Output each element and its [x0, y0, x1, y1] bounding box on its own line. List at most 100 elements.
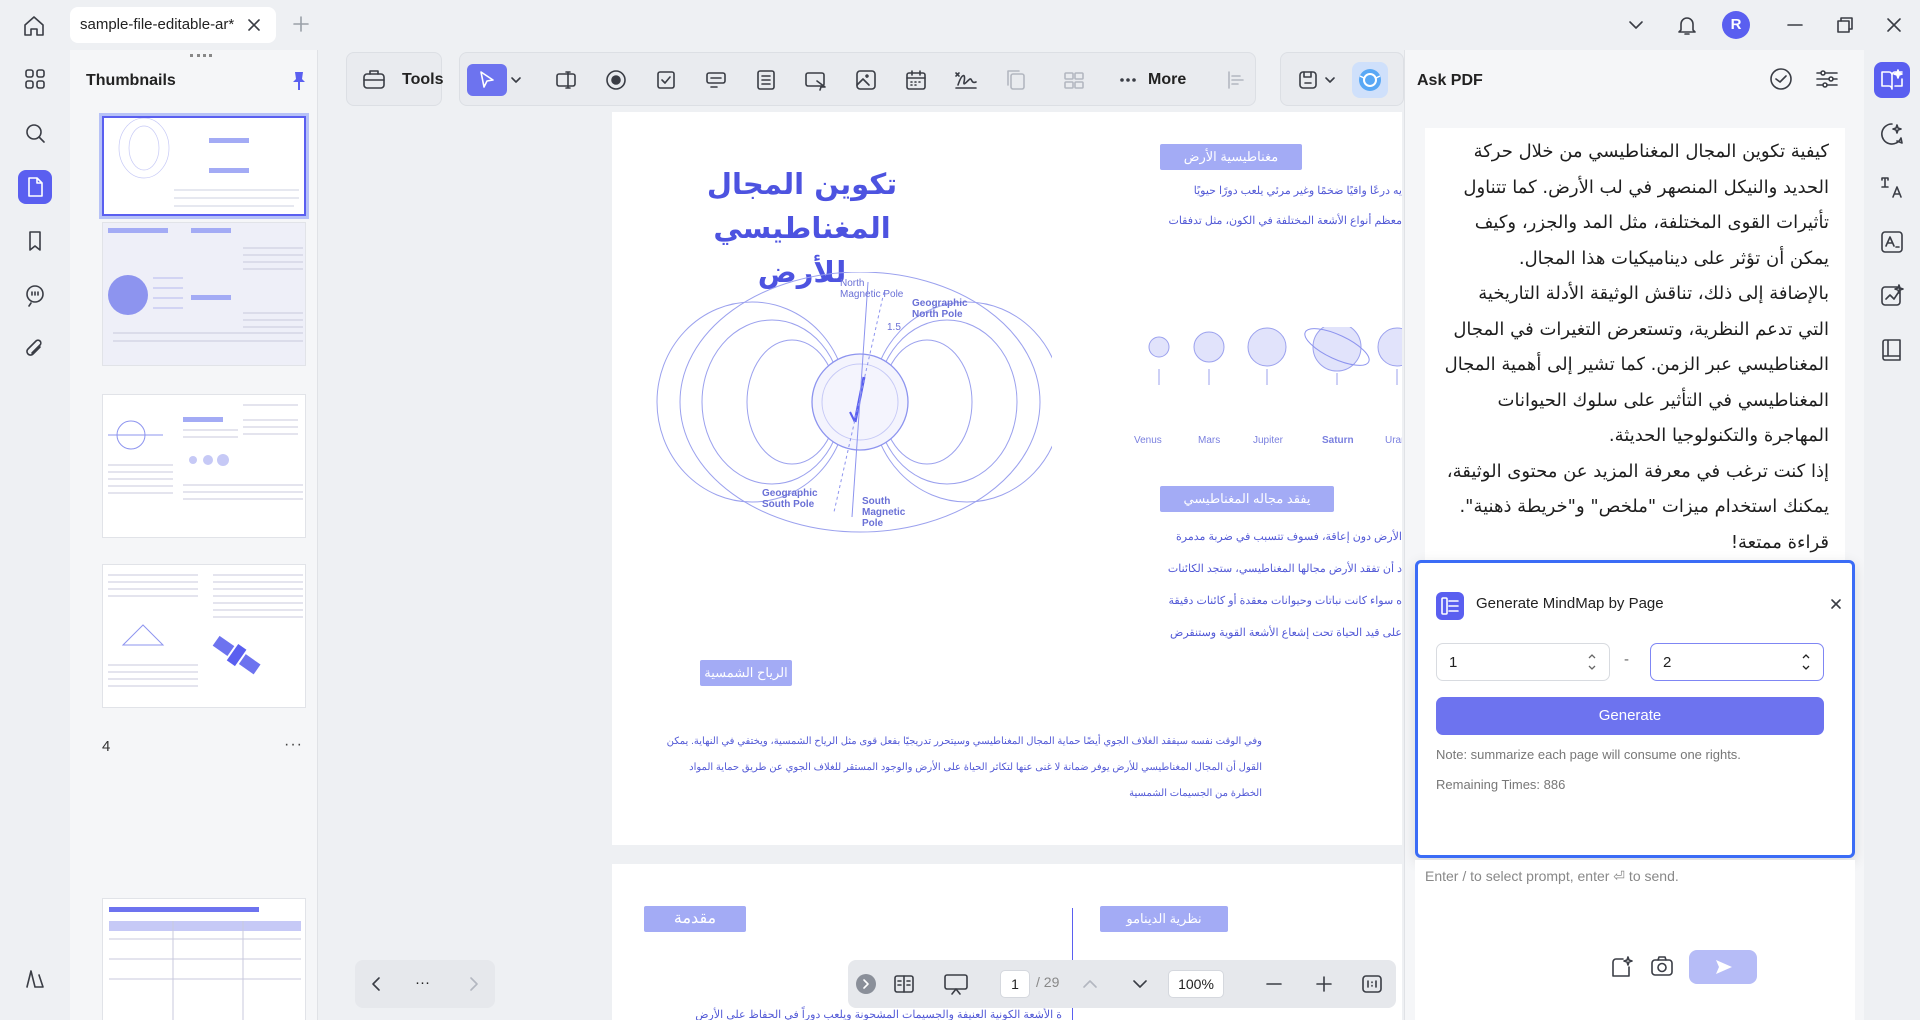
attachment-icon[interactable]: [18, 332, 52, 366]
page-thumbnail-4[interactable]: [102, 564, 306, 708]
record-icon[interactable]: [600, 64, 632, 96]
document-viewer[interactable]: تكوين المجال المغناطيسي للأرض North Magn…: [346, 108, 1404, 1020]
tools-button[interactable]: Tools: [360, 65, 444, 95]
zoom-bar: 1 / 29 100%: [848, 960, 1396, 1008]
page-thumbnail-5[interactable]: [102, 898, 306, 1020]
to-page-value: 2: [1663, 654, 1672, 671]
notification-bell-icon[interactable]: [1675, 13, 1699, 37]
south-magnetic-pole-label: South Magnetic Pole: [862, 496, 906, 529]
range-dash: -: [1624, 651, 1629, 668]
layers-icon[interactable]: [18, 962, 52, 996]
tools-label: Tools: [402, 71, 444, 88]
prompt-placeholder: Enter / to select prompt, enter ⏎ to sen…: [1425, 868, 1679, 884]
remaining-times: Remaining Times: 886: [1436, 777, 1566, 792]
chevron-down-icon[interactable]: [508, 64, 524, 96]
page-thumbnail-2[interactable]: [102, 222, 306, 366]
copy-icon[interactable]: [1000, 64, 1032, 96]
actual-size-icon[interactable]: [1360, 972, 1384, 996]
list-box-icon[interactable]: [750, 64, 782, 96]
document-tab[interactable]: sample-file-editable-ar*: [70, 7, 276, 43]
close-icon[interactable]: [1828, 596, 1844, 612]
to-page-input[interactable]: 2: [1650, 643, 1824, 681]
align-icon[interactable]: [1220, 64, 1252, 96]
bookmark-icon[interactable]: [18, 224, 52, 258]
save-icon[interactable]: [1292, 64, 1324, 96]
thumbnails-page-icon[interactable]: [18, 170, 52, 204]
pin-icon[interactable]: [288, 70, 310, 92]
settings-sliders-icon[interactable]: [1813, 65, 1841, 93]
magnetic-field-diagram: [656, 272, 1052, 533]
from-page-input[interactable]: 1: [1436, 643, 1610, 681]
ok-button-icon[interactable]: [800, 64, 832, 96]
search-icon[interactable]: [18, 116, 52, 150]
comment-icon[interactable]: [18, 278, 52, 312]
ai-chat-icon[interactable]: [1874, 116, 1910, 152]
page-layout-icon[interactable]: [892, 972, 916, 996]
right-rail: [1864, 50, 1920, 1020]
more-button[interactable]: More: [1148, 71, 1186, 89]
chevron-up-icon[interactable]: [1078, 972, 1102, 996]
page-thumbnail-3[interactable]: [102, 394, 306, 538]
chevron-right-icon[interactable]: [461, 972, 485, 996]
planet-label: Uran: [1385, 435, 1402, 446]
paragraph-line: القول أن المجال المغناطيسي للأرض يوفر ضم…: [689, 762, 1262, 773]
thumbnails-title: Thumbnails: [86, 72, 176, 89]
section-pill: الرياح الشمسية: [700, 660, 792, 686]
ask-pdf-icon[interactable]: [1874, 62, 1910, 98]
calendar-icon[interactable]: [900, 64, 932, 96]
zoom-out-icon[interactable]: [1262, 972, 1286, 996]
ai-assistant-icon[interactable]: [1352, 62, 1388, 98]
from-page-value: 1: [1449, 654, 1458, 671]
prompt-input[interactable]: Enter / to select prompt, enter ⏎ to sen…: [1415, 860, 1855, 1020]
home-icon[interactable]: [20, 12, 48, 40]
avatar[interactable]: R: [1722, 11, 1750, 39]
reader-icon[interactable]: [1874, 332, 1910, 368]
translate-icon[interactable]: [1874, 170, 1910, 206]
paragraph-line: الخطرة من الجسيمات الشمسية: [1129, 788, 1262, 799]
minimize-icon[interactable]: [1783, 13, 1807, 37]
more-icon[interactable]: [1112, 64, 1144, 96]
restore-icon[interactable]: [1833, 13, 1857, 37]
arrange-icon[interactable]: [1058, 64, 1090, 96]
collapse-arrow-icon[interactable]: [856, 974, 876, 994]
ai-rewrite-icon[interactable]: [1874, 278, 1910, 314]
signature-icon[interactable]: [950, 64, 982, 96]
zoom-in-icon[interactable]: [1312, 972, 1336, 996]
drag-handle[interactable]: [190, 54, 212, 58]
page-thumbnail-1[interactable]: [99, 113, 309, 219]
paragraph-line: معظم أنواع الأشعة المختلفة في الكون، مثل…: [1168, 215, 1402, 227]
thumbnail-more-button[interactable]: ···: [284, 736, 303, 754]
left-rail: [0, 50, 70, 1020]
new-tab-icon[interactable]: [292, 15, 310, 33]
form-field-icon[interactable]: [700, 64, 732, 96]
chevron-left-icon[interactable]: [365, 972, 389, 996]
chevron-down-icon[interactable]: [1128, 972, 1152, 996]
select-tool[interactable]: [467, 64, 507, 96]
text-box-icon[interactable]: [550, 64, 582, 96]
stepper-icon[interactable]: [1587, 650, 1597, 674]
summarize-icon[interactable]: [1874, 224, 1910, 260]
chevron-down-icon[interactable]: [1624, 13, 1648, 37]
generate-button[interactable]: Generate: [1436, 697, 1824, 735]
section-pill: مقدمة: [644, 906, 746, 932]
close-tab-icon[interactable]: [245, 16, 263, 34]
chevron-down-icon[interactable]: [1322, 64, 1338, 96]
pdf-page-1: تكوين المجال المغناطيسي للأرض North Magn…: [612, 112, 1402, 845]
checkbox-icon[interactable]: [650, 64, 682, 96]
send-button[interactable]: [1689, 950, 1757, 984]
tab-title: sample-file-editable-ar*: [80, 16, 235, 33]
image-field-icon[interactable]: [850, 64, 882, 96]
page-number-input[interactable]: 1: [1000, 970, 1030, 998]
grid-icon[interactable]: [18, 62, 52, 96]
prompt-library-icon[interactable]: [1609, 954, 1635, 980]
ask-pdf-panel: Ask PDF كيفية تكوين المجال المغناطيسي من…: [1404, 50, 1864, 1020]
paragraph-line: على قيد الحياة تحت إشعاع الأشعة القوية و…: [1170, 627, 1402, 639]
close-window-icon[interactable]: [1882, 13, 1906, 37]
history-icon[interactable]: [1767, 65, 1795, 93]
zoom-level[interactable]: 100%: [1168, 970, 1224, 998]
screenshot-icon[interactable]: [1649, 954, 1675, 980]
geographic-south-pole-label: Geographic South Pole: [762, 488, 818, 510]
presentation-icon[interactable]: [942, 972, 970, 996]
stepper-icon[interactable]: [1801, 650, 1811, 674]
more-pages-button[interactable]: ···: [415, 974, 430, 991]
